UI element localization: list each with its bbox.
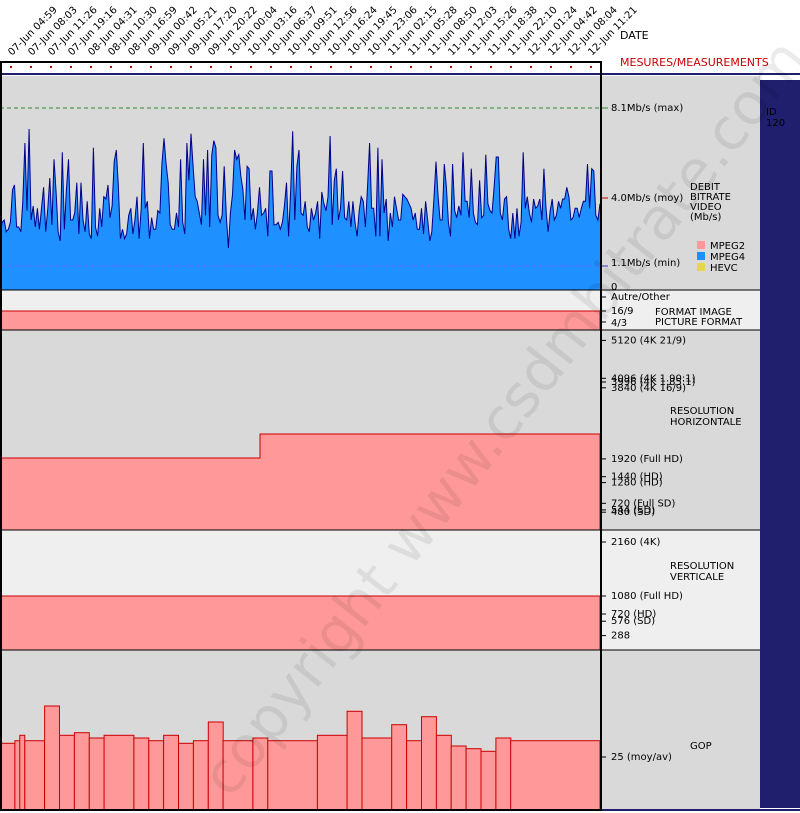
axis-tick-label: 480 (SD) xyxy=(611,507,655,518)
date-tick-mark xyxy=(430,66,432,68)
date-tick-mark xyxy=(390,66,392,68)
date-tick-mark xyxy=(170,66,172,68)
date-header: 07-Jun 04:5907-Jun 08:0307-Jun 11:2607-J… xyxy=(6,5,640,68)
gop-bar xyxy=(59,734,75,811)
sidebar xyxy=(760,80,800,808)
date-tick-mark xyxy=(590,66,592,68)
bitrate-max-label: 8.1Mb/s (max) xyxy=(611,103,683,114)
date-tick-mark xyxy=(30,66,32,68)
gop-bar xyxy=(148,740,165,811)
date-tick-mark xyxy=(110,66,112,68)
axis-tick-label: 288 xyxy=(611,631,630,642)
date-tick-mark xyxy=(490,66,492,68)
gop-bar xyxy=(361,737,393,811)
gop-bar xyxy=(88,737,105,811)
gop-bar xyxy=(103,734,135,811)
gop-bar xyxy=(450,745,467,811)
gop-bar xyxy=(14,740,21,811)
gop-bar xyxy=(178,742,194,811)
date-tick-mark xyxy=(250,66,252,68)
axis-tick-label: 5120 (4K 21/9) xyxy=(611,335,686,346)
format-bar xyxy=(0,310,601,331)
axis-tick-label: 3840 (4K 16/9) xyxy=(611,383,686,394)
date-tick-mark xyxy=(210,66,212,68)
date-tick-mark xyxy=(310,66,312,68)
axis-tick-label: 1920 (Full HD) xyxy=(611,454,683,465)
legend-hevc-swatch xyxy=(697,263,705,271)
gop-bar xyxy=(510,740,601,811)
date-tick-mark xyxy=(290,66,292,68)
vres-title-2: VERTICALE xyxy=(670,572,724,583)
hres-title-2: HORIZONTALE xyxy=(670,417,742,428)
date-tick-mark xyxy=(150,66,152,68)
gop-avg-label: 25 (moy/av) xyxy=(611,752,672,763)
gop-bar xyxy=(465,748,482,811)
gop-bar xyxy=(391,724,408,811)
date-tick-mark xyxy=(70,66,72,68)
format-title-2: PICTURE FORMAT xyxy=(655,317,743,328)
gop-title: GOP xyxy=(690,741,712,752)
vres-title-1: RESOLUTION xyxy=(670,561,734,572)
axis-tick-label: 576 (SD) xyxy=(611,616,655,627)
gop-bar xyxy=(316,734,348,811)
date-tick-mark xyxy=(410,66,412,68)
date-tick-mark xyxy=(270,66,272,68)
gop-bar xyxy=(495,737,512,811)
gop-bar xyxy=(480,750,497,811)
date-tick-mark xyxy=(10,66,12,68)
date-tick-mark xyxy=(350,66,352,68)
legend-mpeg4-swatch xyxy=(697,252,705,260)
date-tick-mark xyxy=(190,66,192,68)
legend-mpeg4-label: MPEG4 xyxy=(710,252,745,263)
csdm-bitrate-chart: 07-Jun 04:5907-Jun 08:0307-Jun 11:2607-J… xyxy=(0,5,800,811)
gop-bar xyxy=(44,705,60,811)
gop-bar xyxy=(435,734,452,811)
hres-title-1: RESOLUTION xyxy=(670,406,734,417)
date-label: DATE xyxy=(620,29,649,42)
date-tick-mark xyxy=(330,66,332,68)
date-tick-mark xyxy=(230,66,232,68)
date-tick-mark xyxy=(130,66,132,68)
axis-tick-label: 1080 (Full HD) xyxy=(611,591,683,602)
gop-bar xyxy=(346,710,363,811)
legend-mpeg2-label: MPEG2 xyxy=(710,241,745,252)
date-tick-mark xyxy=(510,66,512,68)
date-tick-mark xyxy=(450,66,452,68)
date-tick-mark xyxy=(50,66,52,68)
legend-hevc-label: HEVC xyxy=(710,263,738,274)
axis-tick-label: 1280 (HD) xyxy=(611,478,663,489)
gop-bar xyxy=(73,732,90,811)
gop-bar xyxy=(0,742,16,811)
gop-bar xyxy=(133,737,150,811)
gop-bar xyxy=(19,734,26,811)
date-tick-mark xyxy=(90,66,92,68)
date-tick-mark xyxy=(530,66,532,68)
gop-bar xyxy=(406,740,423,811)
date-tick-mark xyxy=(550,66,552,68)
gop-bar xyxy=(163,734,180,811)
gop-bar xyxy=(24,740,46,811)
date-tick-mark xyxy=(370,66,372,68)
date-tick-mark xyxy=(570,66,572,68)
legend-mpeg2-swatch xyxy=(697,241,705,249)
gop-bar xyxy=(421,716,437,811)
axis-tick-label: 2160 (4K) xyxy=(611,537,660,548)
date-tick-mark xyxy=(470,66,472,68)
